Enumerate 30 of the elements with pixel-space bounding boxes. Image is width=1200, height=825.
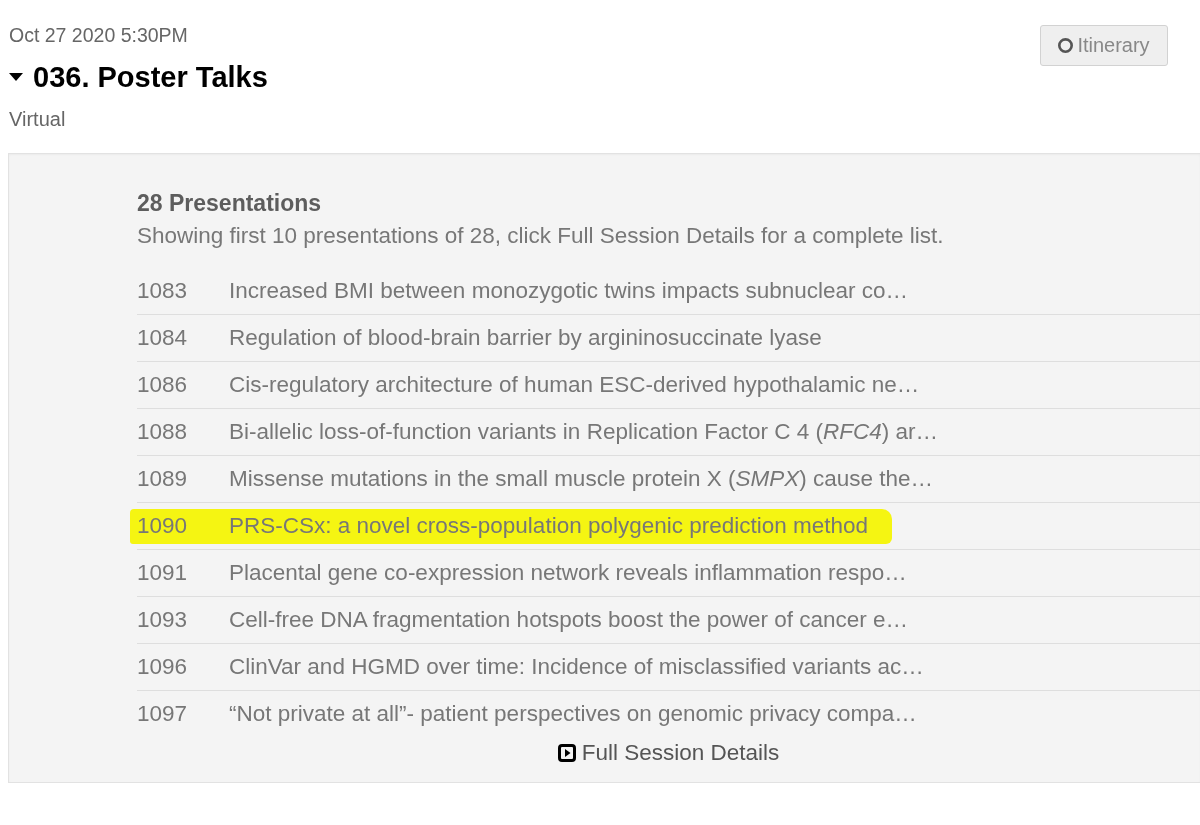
presentation-title[interactable]: Cis-regulatory architecture of human ESC-derived hypothalamic ne… [229,371,920,399]
presentation-number: 1086 [137,371,189,399]
presentation-number: 1091 [137,559,189,587]
presentation-title[interactable]: Increased BMI between monozygotic twins impacts subnuclear co… [229,277,909,305]
presentation-title[interactable]: Missense mutations in the small muscle protein X (SMPX) cause the… [229,465,934,493]
presentation-title[interactable]: “Not private at all”- patient perspectives on genomic privacy compa… [229,700,917,728]
session-location: Virtual [9,107,67,131]
presentation-title[interactable]: Regulation of blood-brain barrier by argininosuccinate lyase [229,324,822,352]
play-icon [557,744,576,762]
presentation-title[interactable]: Placental gene co-expression network reveals inflammation respo… [229,559,907,587]
presentation-number: 1084 [137,324,189,352]
presentation-number: 1088 [137,418,189,446]
session-title: 036. Poster Talks [33,60,268,95]
caret-icon[interactable] [9,73,23,81]
presentation-number: 1089 [137,465,189,493]
presentation-number: 1097 [137,700,189,728]
session-datetime: Oct 27 2020 5:30PM [9,23,189,47]
itinerary-button[interactable]: Itinerary [1040,25,1168,66]
presentations-note: Showing first 10 presentations of 28, click Full Session Details for a complete list. [137,222,945,250]
presentations-heading: 28 Presentations [137,189,323,217]
full-session-details-link[interactable]: Full Session Details [557,739,780,767]
presentation-title[interactable]: Cell-free DNA fragmentation hotspots boost the power of cancer e… [229,606,909,634]
presentation-number: 1093 [137,606,189,634]
presentation-title[interactable]: Bi-allelic loss-of-function variants in Replication Factor C 4 (RFC4) ar… [229,418,938,446]
ring-icon [1058,38,1074,53]
presentation-title[interactable]: PRS-CSx: a novel cross-population polygenic prediction method [229,512,869,540]
presentation-title[interactable]: ClinVar and HGMD over time: Incidence of misclassified variants ac… [229,653,924,681]
presentation-number: 1083 [137,277,189,305]
presentation-number: 1090 [137,512,189,540]
presentation-number: 1096 [137,653,189,681]
